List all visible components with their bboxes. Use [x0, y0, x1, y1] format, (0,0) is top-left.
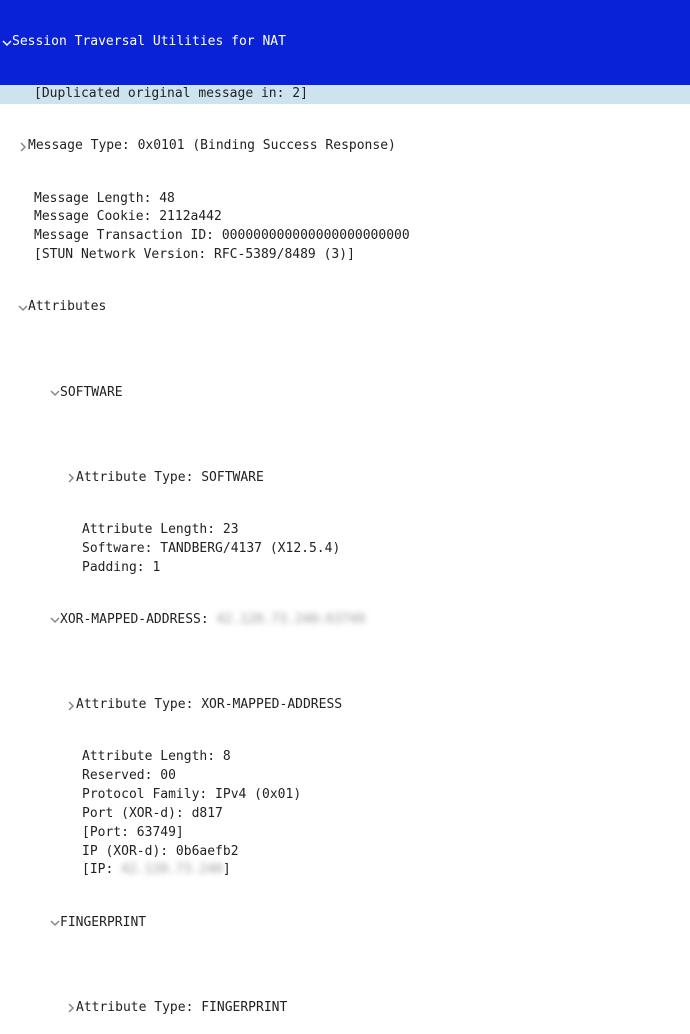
fingerprint-type-row[interactable]: Attribute Type: FINGERPRINT	[0, 966, 690, 1034]
xor-address-blurred: 42.120.73.240:63749	[217, 611, 366, 630]
attributes-label: Attributes	[28, 298, 106, 317]
xor-portx-row[interactable]: Port (XOR-d): d817	[0, 805, 690, 824]
software-length-row[interactable]: Attribute Length: 23	[0, 521, 690, 540]
xor-type-text: Attribute Type: XOR-MAPPED-ADDRESS	[76, 696, 342, 715]
chevron-right-icon	[18, 104, 28, 189]
chevron-down-icon	[50, 880, 60, 965]
software-row[interactable]: SOFTWARE	[0, 350, 690, 435]
chevron-down-icon	[18, 265, 28, 350]
chevron-down-icon	[50, 350, 60, 435]
fingerprint-label: FINGERPRINT	[60, 914, 146, 933]
message-length-row[interactable]: Message Length: 48	[0, 190, 690, 209]
xor-type-row[interactable]: Attribute Type: XOR-MAPPED-ADDRESS	[0, 663, 690, 748]
attributes-row[interactable]: Attributes	[0, 265, 690, 350]
xor-reserved-text: Reserved: 00	[82, 767, 176, 786]
protocol-header-label: Session Traversal Utilities for NAT	[12, 33, 286, 52]
xor-port-text: [Port: 63749]	[82, 824, 184, 843]
xor-ip-row[interactable]: [IP: 42.120.73.240]	[0, 861, 690, 880]
software-label: SOFTWARE	[60, 384, 123, 403]
chevron-right-icon	[66, 966, 76, 1034]
stun-version-row[interactable]: [STUN Network Version: RFC-5389/8489 (3)…	[0, 246, 690, 265]
message-type-row[interactable]: Message Type: 0x0101 (Binding Success Re…	[0, 104, 690, 189]
software-length-text: Attribute Length: 23	[82, 521, 239, 540]
xor-reserved-row[interactable]: Reserved: 00	[0, 767, 690, 786]
fingerprint-row[interactable]: FINGERPRINT	[0, 880, 690, 965]
chevron-right-icon	[66, 663, 76, 748]
xor-address-row[interactable]: XOR-MAPPED-ADDRESS: 42.120.73.240:63749	[0, 578, 690, 663]
message-length-text: Message Length: 48	[34, 190, 175, 209]
xor-ip-suffix: ]	[223, 861, 231, 880]
xor-family-row[interactable]: Protocol Family: IPv4 (0x01)	[0, 786, 690, 805]
software-padding-row[interactable]: Padding: 1	[0, 559, 690, 578]
duplicated-message-row[interactable]: [Duplicated original message in: 2]	[0, 85, 690, 104]
xor-ipx-text: IP (XOR-d): 0b6aefb2	[82, 843, 239, 862]
xor-length-text: Attribute Length: 8	[82, 748, 231, 767]
fingerprint-type-text: Attribute Type: FINGERPRINT	[76, 999, 287, 1018]
message-txid-row[interactable]: Message Transaction ID: 0000000000000000…	[0, 227, 690, 246]
xor-portx-text: Port (XOR-d): d817	[82, 805, 223, 824]
software-value-row[interactable]: Software: TANDBERG/4137 (X12.5.4)	[0, 540, 690, 559]
software-value-text: Software: TANDBERG/4137 (X12.5.4)	[82, 540, 340, 559]
xor-ip-blurred: 42.120.73.240	[121, 861, 223, 880]
xor-family-text: Protocol Family: IPv4 (0x01)	[82, 786, 301, 805]
message-cookie-row[interactable]: Message Cookie: 2112a442	[0, 208, 690, 227]
software-type-text: Attribute Type: SOFTWARE	[76, 469, 264, 488]
stun-version-text: [STUN Network Version: RFC-5389/8489 (3)…	[34, 246, 355, 265]
protocol-header-row[interactable]: Session Traversal Utilities for NAT	[0, 0, 690, 85]
software-type-row[interactable]: Attribute Type: SOFTWARE	[0, 436, 690, 521]
chevron-down-icon	[50, 578, 60, 663]
message-cookie-text: Message Cookie: 2112a442	[34, 208, 222, 227]
message-type-text: Message Type: 0x0101 (Binding Success Re…	[28, 137, 396, 156]
message-txid-text: Message Transaction ID: 0000000000000000…	[34, 227, 410, 246]
xor-ipx-row[interactable]: IP (XOR-d): 0b6aefb2	[0, 843, 690, 862]
xor-port-row[interactable]: [Port: 63749]	[0, 824, 690, 843]
chevron-right-icon	[66, 436, 76, 521]
xor-length-row[interactable]: Attribute Length: 8	[0, 748, 690, 767]
xor-address-label: XOR-MAPPED-ADDRESS:	[60, 611, 217, 630]
chevron-down-icon	[2, 0, 12, 85]
software-padding-text: Padding: 1	[82, 559, 160, 578]
xor-ip-prefix: [IP:	[82, 861, 121, 880]
duplicated-message-text: [Duplicated original message in: 2]	[34, 85, 308, 104]
